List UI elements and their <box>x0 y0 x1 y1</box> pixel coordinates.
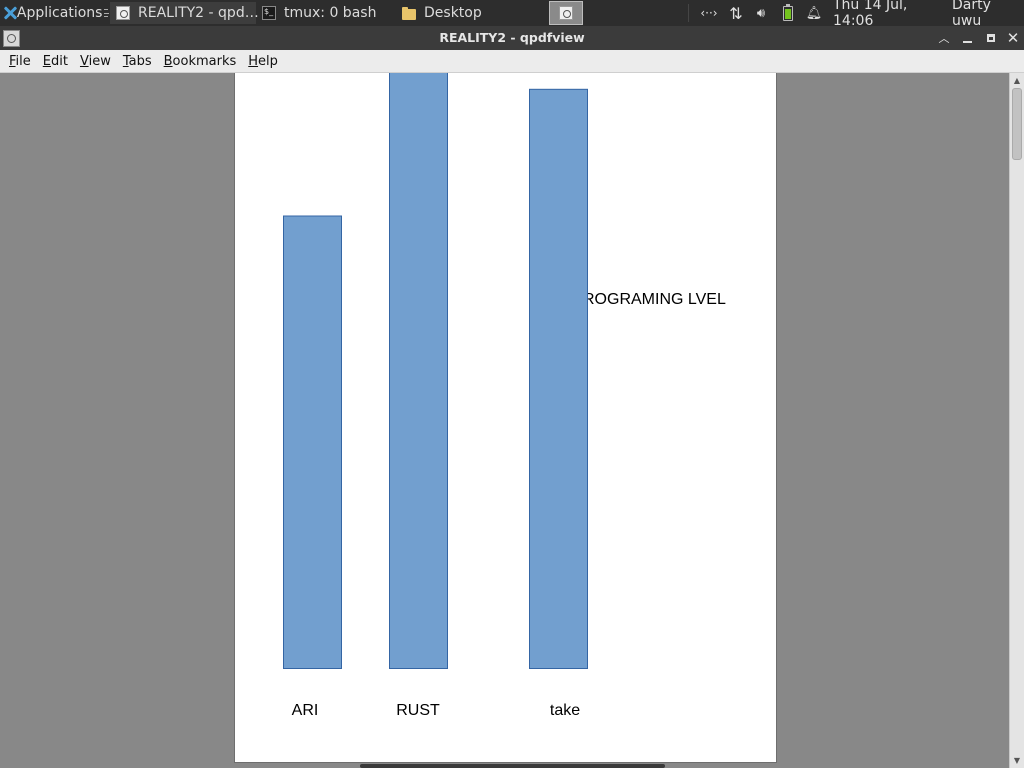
window-titlebar[interactable]: REALITY2 - qpdfview ︿ ✕ <box>0 26 1024 50</box>
maximize-icon <box>987 34 995 42</box>
task-label: tmux: 0 bash <box>284 5 377 21</box>
pdf-document-icon <box>116 6 130 20</box>
xfce-logo-icon <box>3 6 13 20</box>
pdf-document-icon <box>559 6 573 20</box>
bar-take <box>529 88 588 670</box>
task-button-desktop[interactable]: Desktop <box>396 2 540 24</box>
bar-rust <box>389 73 448 669</box>
menu-lines-icon <box>104 9 109 17</box>
category-label: RUST <box>396 702 440 719</box>
desktop-screen: Applications REALITY2 - qpd… $_ tmux: 0 … <box>0 0 1024 768</box>
vertical-scrollbar[interactable]: ▲ ▼ <box>1009 73 1024 768</box>
volume-icon[interactable]: 🔊︎ <box>750 0 772 26</box>
task-label: REALITY2 - qpd… <box>138 5 259 21</box>
menu-edit[interactable]: Edit <box>37 51 74 72</box>
battery-icon[interactable] <box>780 0 796 26</box>
scroll-up-arrow-icon[interactable]: ▲ <box>1010 73 1024 88</box>
top-panel: Applications REALITY2 - qpd… $_ tmux: 0 … <box>0 0 1024 29</box>
menu-help[interactable]: Help <box>242 51 284 72</box>
folder-icon <box>402 6 416 20</box>
clock[interactable]: Thu 14 Jul, 14:06 <box>833 0 949 29</box>
category-label: take <box>550 702 580 719</box>
network-icon[interactable]: ‹··› <box>697 0 721 26</box>
menu-tabs[interactable]: Tabs <box>117 51 158 72</box>
task-button-tmux[interactable]: $_ tmux: 0 bash <box>256 2 392 24</box>
scroll-down-arrow-icon[interactable]: ▼ <box>1010 753 1024 768</box>
network-activity-icon[interactable]: ⇅ <box>724 0 748 26</box>
chart-title: ROGRAMING LVEL <box>583 291 726 308</box>
task-label: Desktop <box>424 5 482 21</box>
vertical-scroll-thumb[interactable] <box>1012 88 1022 160</box>
menu-bookmarks[interactable]: Bookmarks <box>158 51 243 72</box>
terminal-icon: $_ <box>262 6 276 20</box>
maximize-button[interactable] <box>981 28 1001 48</box>
applications-menu[interactable]: Applications <box>0 0 109 26</box>
document-viewport[interactable]: ARI RUST take ROGRAMING LVEL <box>0 73 1009 768</box>
minimize-button[interactable] <box>957 28 977 48</box>
menu-file[interactable]: File <box>3 51 37 72</box>
category-label: ARI <box>292 702 319 719</box>
qpdfview-app-icon[interactable] <box>3 30 20 47</box>
bar-ari <box>283 215 342 669</box>
window-title: REALITY2 - qpdfview <box>439 30 585 45</box>
minimize-icon <box>962 41 972 43</box>
menu-bar: File Edit View Tabs Bookmarks Help <box>0 50 1024 73</box>
horizontal-scroll-thumb[interactable] <box>360 764 665 768</box>
applications-label: Applications <box>16 5 103 21</box>
panel-separator <box>688 4 689 22</box>
user-menu[interactable]: Darty uwu <box>952 0 1024 29</box>
bar-chart: ARI RUST take ROGRAMING LVEL <box>283 73 726 719</box>
workspace-switcher[interactable] <box>549 1 583 25</box>
menu-view[interactable]: View <box>74 51 117 72</box>
notification-bell-icon[interactable]: 🔔︎ <box>804 0 824 26</box>
pdf-page[interactable]: ARI RUST take ROGRAMING LVEL <box>234 73 777 763</box>
task-button-qpdfview[interactable]: REALITY2 - qpd… <box>110 2 259 24</box>
shade-button[interactable]: ︿ <box>934 28 954 48</box>
close-button[interactable]: ✕ <box>1003 28 1023 48</box>
